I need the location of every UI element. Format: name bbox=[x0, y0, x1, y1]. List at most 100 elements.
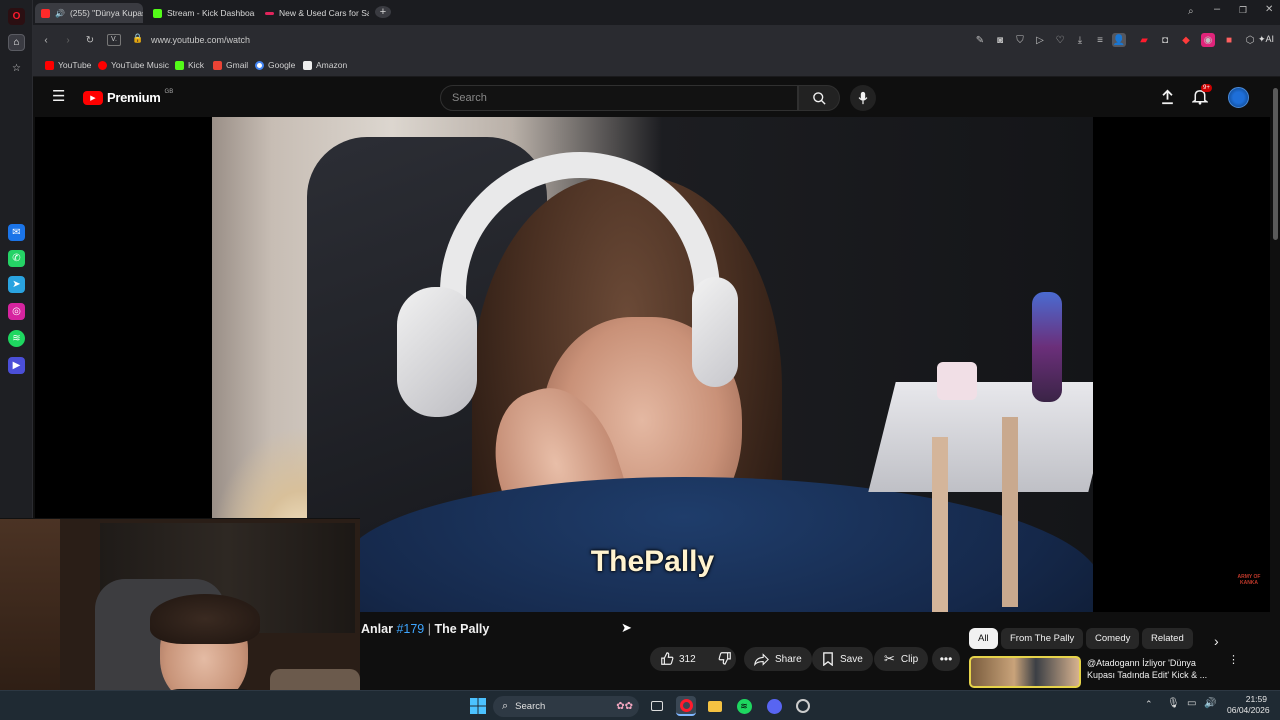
tab-youtube[interactable]: 🔊 (255) "Dünya Kupası T bbox=[35, 3, 143, 23]
title-hashtag[interactable]: #179 bbox=[396, 622, 424, 636]
youtube-icon bbox=[45, 60, 54, 70]
chips-next-icon[interactable]: › bbox=[1214, 633, 1219, 649]
search-button[interactable] bbox=[798, 85, 840, 111]
clip-button[interactable]: ✂ Clip bbox=[874, 647, 929, 671]
forward-icon[interactable]: › bbox=[61, 33, 75, 47]
title-separator: | bbox=[424, 622, 435, 636]
tab-search-icon[interactable]: ⌕ bbox=[1188, 6, 1194, 17]
bookmark-gmail[interactable]: Gmail bbox=[213, 60, 248, 70]
bookmark-label: YouTube bbox=[58, 60, 92, 70]
reload-icon[interactable]: ↻ bbox=[83, 33, 97, 47]
spotify-icon[interactable]: ≋ bbox=[8, 330, 25, 347]
voice-search-button[interactable] bbox=[850, 85, 876, 111]
url-field[interactable]: www.youtube.com/watch bbox=[151, 30, 1011, 50]
new-tab-button[interactable]: + bbox=[375, 6, 391, 18]
opera-logo-icon[interactable]: O bbox=[8, 8, 25, 25]
camera-icon[interactable]: ◙ bbox=[993, 33, 1007, 47]
recommendation-more-icon[interactable]: ⋮ bbox=[1228, 655, 1239, 666]
youtube-music-icon bbox=[98, 60, 107, 70]
more-actions-button[interactable]: ••• bbox=[932, 647, 960, 671]
steam-taskbar-icon[interactable] bbox=[793, 696, 813, 716]
scrollbar-thumb[interactable] bbox=[1273, 88, 1278, 240]
bookmark-amazon[interactable]: Amazon bbox=[303, 60, 347, 70]
save-label: Save bbox=[840, 653, 863, 665]
clock-time: 21:59 bbox=[1245, 694, 1267, 704]
bookmark-kick[interactable]: Kick bbox=[175, 60, 204, 70]
chip-comedy[interactable]: Comedy bbox=[1086, 628, 1140, 649]
task-view-icon[interactable] bbox=[647, 696, 667, 716]
star-icon[interactable]: ☆ bbox=[8, 60, 25, 77]
speaker-icon[interactable]: 🔊 bbox=[55, 9, 65, 18]
vpn-badge[interactable]: V. bbox=[107, 34, 121, 46]
ai-button[interactable]: ✦AI bbox=[1258, 34, 1274, 45]
shield-icon[interactable]: ⛉ bbox=[1013, 33, 1027, 47]
like-dislike-group: 312 bbox=[650, 647, 736, 671]
recommendation-title-line: @Atadogann İzliyor 'Dünya bbox=[1087, 658, 1196, 668]
menu-lines-icon[interactable]: ≡ bbox=[1093, 33, 1107, 47]
chip-from-channel[interactable]: From The Pally bbox=[1001, 628, 1084, 649]
minimize-button[interactable]: – bbox=[1214, 3, 1220, 15]
messenger-icon[interactable]: ✉ bbox=[8, 224, 25, 241]
profile-icon[interactable]: 👤 bbox=[1112, 33, 1126, 47]
play-icon[interactable]: ▷ bbox=[1033, 33, 1047, 47]
whatsapp-icon[interactable]: ✆ bbox=[8, 250, 25, 267]
extension-opera-icon[interactable]: ▰ bbox=[1137, 33, 1151, 47]
instagram-icon[interactable]: ◎ bbox=[8, 303, 25, 320]
discord-taskbar-icon[interactable] bbox=[764, 696, 784, 716]
extension-ext3-icon[interactable]: ◉ bbox=[1201, 33, 1215, 47]
save-button[interactable]: Save bbox=[812, 647, 873, 671]
extensions-icon[interactable]: ⬡ bbox=[1243, 33, 1257, 47]
page-scrollbar[interactable] bbox=[1270, 78, 1280, 690]
figurine bbox=[1032, 292, 1062, 402]
bookmark-google[interactable]: Google bbox=[255, 60, 295, 70]
search-icon: ⌕ bbox=[502, 700, 509, 712]
tab-label: (255) "Dünya Kupası T bbox=[69, 8, 143, 18]
lock-icon[interactable]: 🔒 bbox=[132, 33, 143, 44]
windows-logo-icon bbox=[470, 698, 486, 714]
spotify-taskbar-icon[interactable]: ≋ bbox=[734, 696, 754, 716]
volume-icon[interactable]: 🔊 bbox=[1204, 698, 1216, 709]
telegram-icon[interactable]: ➤ bbox=[8, 276, 25, 293]
tab-cars[interactable]: New & Used Cars for Sale bbox=[259, 3, 369, 23]
menu-icon[interactable]: ☰ bbox=[52, 89, 65, 105]
network-icon[interactable]: ▭ bbox=[1187, 698, 1196, 709]
home-icon[interactable]: ⌂ bbox=[8, 34, 25, 51]
bookmark-youtube-music[interactable]: YouTube Music bbox=[98, 60, 169, 70]
player-icon[interactable]: ▶ bbox=[8, 357, 25, 374]
bookmark-label: Gmail bbox=[226, 60, 249, 70]
taskbar-search[interactable]: ⌕ Search ✿✿ bbox=[493, 696, 639, 717]
opera-taskbar-icon[interactable] bbox=[676, 696, 696, 716]
tray-chevron-icon[interactable]: ⌃ bbox=[1145, 699, 1153, 710]
share-button[interactable]: Share bbox=[744, 647, 812, 671]
chip-all[interactable]: All bbox=[969, 628, 998, 649]
youtube-logo[interactable]: ▶ Premium GB bbox=[83, 89, 173, 105]
bookmark-youtube[interactable]: YouTube bbox=[45, 60, 91, 70]
recommendation-title[interactable]: @Atadogann İzliyor 'Dünya Kupası Tadında… bbox=[1087, 657, 1222, 681]
upload-button[interactable] bbox=[1160, 89, 1175, 110]
dislike-button[interactable] bbox=[718, 651, 732, 668]
recommendation-thumbnail[interactable] bbox=[969, 656, 1081, 688]
search-input[interactable]: Search bbox=[440, 85, 798, 111]
edit-icon[interactable]: ✎ bbox=[973, 33, 987, 47]
chip-related[interactable]: Related bbox=[1142, 628, 1193, 649]
close-button[interactable]: ✕ bbox=[1265, 4, 1273, 15]
like-button[interactable]: 312 bbox=[660, 652, 696, 666]
windows-start-icon[interactable] bbox=[468, 696, 488, 716]
amazon-icon bbox=[303, 60, 312, 70]
avatar[interactable] bbox=[1228, 87, 1249, 108]
search-highlight-icon: ✿✿ bbox=[616, 701, 633, 712]
tab-kick-dashboard[interactable]: Stream - Kick Dashboard bbox=[147, 3, 255, 23]
notifications-button[interactable]: 9+ bbox=[1191, 84, 1212, 110]
file-explorer-icon[interactable] bbox=[705, 696, 725, 716]
taskbar-clock[interactable]: 21:59 06/04/2026 bbox=[1227, 694, 1270, 716]
maximize-button[interactable]: ❐ bbox=[1239, 5, 1247, 16]
extension-ext1-icon[interactable]: ◘ bbox=[1158, 33, 1172, 47]
download-icon[interactable]: ⤓ bbox=[1073, 33, 1087, 47]
google-icon bbox=[255, 60, 264, 70]
extension-ext2-icon[interactable]: ◆ bbox=[1179, 33, 1193, 47]
microphone-tray-icon[interactable]: 🎙 bbox=[1167, 698, 1180, 709]
kick-favicon-icon bbox=[153, 8, 162, 18]
heart-icon[interactable]: ♡ bbox=[1053, 33, 1067, 47]
more-horizontal-icon: ••• bbox=[939, 652, 953, 666]
back-icon[interactable]: ‹ bbox=[39, 33, 53, 47]
